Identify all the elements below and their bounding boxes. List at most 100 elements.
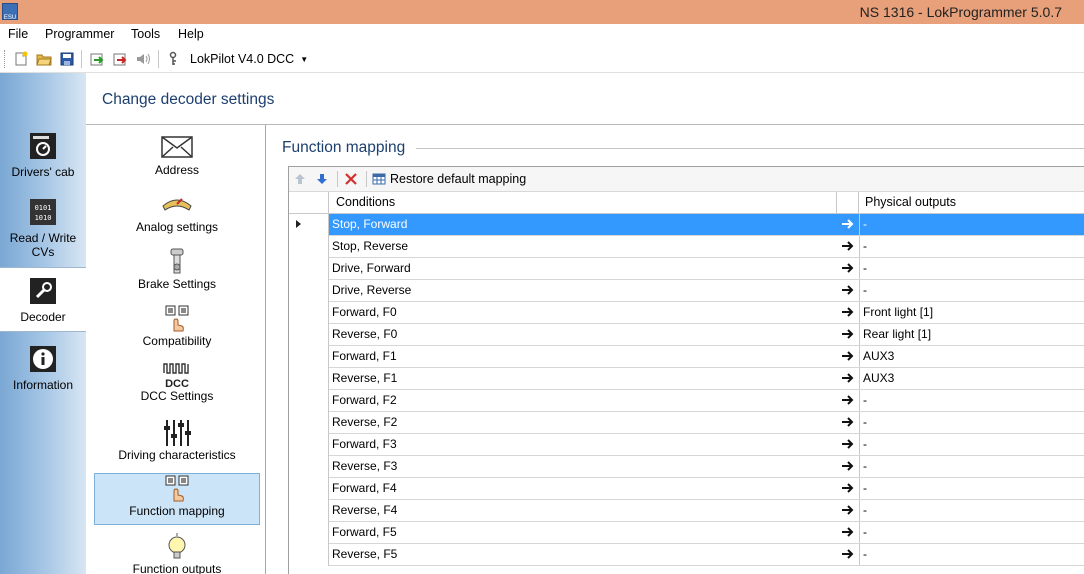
menu-file[interactable]: File xyxy=(8,27,28,41)
row-header[interactable] xyxy=(289,456,329,478)
nav-item-information[interactable]: Information xyxy=(0,344,86,392)
table-row[interactable]: Drive, Reverse - xyxy=(289,280,1084,302)
table-row[interactable]: Reverse, F3- xyxy=(289,456,1084,478)
physical-output-cell[interactable]: - xyxy=(859,434,1084,455)
row-header[interactable] xyxy=(289,478,329,500)
delete-icon[interactable] xyxy=(343,171,359,187)
row-header[interactable] xyxy=(289,214,329,236)
read-decoder-icon[interactable] xyxy=(88,50,106,68)
row-header[interactable] xyxy=(289,368,329,390)
condition-cell[interactable]: Forward, F5 xyxy=(329,522,859,543)
move-down-icon[interactable] xyxy=(314,171,330,187)
restore-default-mapping-button[interactable]: Restore default mapping xyxy=(390,172,526,186)
physical-output-cell[interactable]: - xyxy=(859,236,1084,257)
decoder-type-select[interactable]: LokPilot V4.0 DCC ▼ xyxy=(190,50,308,68)
menu-programmer[interactable]: Programmer xyxy=(45,27,114,41)
table-row[interactable]: Forward, F1 AUX3 xyxy=(289,346,1084,368)
app-logo-icon[interactable]: ESU xyxy=(2,3,18,20)
condition-cell[interactable]: Reverse, F0 xyxy=(329,324,859,345)
physical-output-cell[interactable]: - xyxy=(859,390,1084,411)
table-row[interactable]: Forward, F3- xyxy=(289,434,1084,456)
subnav-label: Analog settings xyxy=(135,220,219,234)
condition-cell[interactable]: Reverse, F3 xyxy=(329,456,859,477)
move-up-icon[interactable] xyxy=(292,171,308,187)
row-header[interactable] xyxy=(289,302,329,324)
row-header[interactable] xyxy=(289,500,329,522)
table-row[interactable]: Forward, F4- xyxy=(289,478,1084,500)
save-icon[interactable] xyxy=(58,50,76,68)
table-row[interactable]: Drive, Forward - xyxy=(289,258,1084,280)
physical-output-cell[interactable]: AUX3 xyxy=(859,368,1084,389)
condition-cell[interactable]: Reverse, F4 xyxy=(329,500,859,521)
physical-output-cell[interactable]: Front light [1] xyxy=(859,302,1084,323)
key-icon[interactable] xyxy=(164,50,182,68)
nav-item-read-write-cvs[interactable]: 0101 1010 Read / Write CVs xyxy=(0,197,86,259)
subnav-item-compatibility[interactable]: Compatibility xyxy=(94,304,260,356)
condition-cell[interactable]: Forward, F3 xyxy=(329,434,859,455)
physical-output-cell[interactable]: - xyxy=(859,280,1084,301)
open-folder-icon[interactable] xyxy=(35,50,53,68)
physical-output-cell[interactable]: - xyxy=(859,412,1084,433)
subnav-item-function-mapping[interactable]: Function mapping xyxy=(94,473,260,525)
subnav-item-dcc-settings[interactable]: DCC DCC Settings xyxy=(94,361,260,413)
arrow-right-icon xyxy=(842,483,854,493)
row-header[interactable] xyxy=(289,434,329,456)
subnav-item-address[interactable]: Address xyxy=(94,133,260,185)
table-row[interactable]: Stop, Reverse - xyxy=(289,236,1084,258)
toolbar-grip[interactable] xyxy=(4,50,7,68)
table-row[interactable]: Reverse, F0 Rear light [1] xyxy=(289,324,1084,346)
physical-output-cell[interactable]: - xyxy=(859,456,1084,477)
condition-cell[interactable]: Drive, Forward xyxy=(329,258,859,279)
physical-output-cell[interactable]: - xyxy=(859,258,1084,279)
physical-output-cell[interactable]: - xyxy=(859,214,1084,235)
column-header-conditions[interactable]: Conditions xyxy=(329,192,837,214)
subnav-item-function-outputs[interactable]: Function outputs xyxy=(94,532,260,574)
subnav-item-analog-settings[interactable]: Analog settings xyxy=(94,190,260,242)
physical-output-cell[interactable]: - xyxy=(859,500,1084,521)
table-row[interactable]: Reverse, F1 AUX3 xyxy=(289,368,1084,390)
table-row[interactable]: Forward, F2- xyxy=(289,390,1084,412)
table-row[interactable]: Reverse, F2- xyxy=(289,412,1084,434)
table-row[interactable]: Stop, Forward - xyxy=(289,214,1084,236)
table-icon[interactable] xyxy=(371,171,387,187)
row-header[interactable] xyxy=(289,390,329,412)
subnav-item-driving-characteristics[interactable]: Driving characteristics xyxy=(94,418,260,470)
physical-output-cell[interactable]: - xyxy=(859,544,1084,565)
row-header[interactable] xyxy=(289,346,329,368)
condition-cell[interactable]: Reverse, F5 xyxy=(329,544,859,565)
arrow-right-icon xyxy=(842,285,854,295)
table-row[interactable]: Reverse, F4- xyxy=(289,500,1084,522)
nav-item-decoder[interactable]: Decoder xyxy=(0,267,86,332)
condition-cell[interactable]: Forward, F1 xyxy=(329,346,859,367)
physical-output-cell[interactable]: AUX3 xyxy=(859,346,1084,367)
condition-cell[interactable]: Drive, Reverse xyxy=(329,280,859,301)
condition-cell[interactable]: Stop, Reverse xyxy=(329,236,859,257)
menu-tools[interactable]: Tools xyxy=(131,27,160,41)
condition-cell[interactable]: Reverse, F1 xyxy=(329,368,859,389)
physical-output-cell[interactable]: - xyxy=(859,478,1084,499)
condition-cell[interactable]: Forward, F2 xyxy=(329,390,859,411)
row-header[interactable] xyxy=(289,258,329,280)
sound-icon[interactable] xyxy=(134,50,152,68)
condition-cell[interactable]: Stop, Forward xyxy=(329,214,859,235)
column-header-physical-outputs[interactable]: Physical outputs xyxy=(859,192,1084,214)
row-header[interactable] xyxy=(289,412,329,434)
write-decoder-icon[interactable] xyxy=(111,50,129,68)
condition-cell[interactable]: Reverse, F2 xyxy=(329,412,859,433)
menu-help[interactable]: Help xyxy=(178,27,204,41)
table-row[interactable]: Forward, F5- xyxy=(289,522,1084,544)
row-header[interactable] xyxy=(289,522,329,544)
table-row[interactable]: Reverse, F5- xyxy=(289,544,1084,566)
physical-output-cell[interactable]: Rear light [1] xyxy=(859,324,1084,345)
row-header[interactable] xyxy=(289,544,329,566)
row-header[interactable] xyxy=(289,280,329,302)
new-file-icon[interactable] xyxy=(12,50,30,68)
subnav-item-brake-settings[interactable]: Brake Settings xyxy=(94,247,260,299)
row-header[interactable] xyxy=(289,324,329,346)
table-row[interactable]: Forward, F0 Front light [1] xyxy=(289,302,1084,324)
row-header[interactable] xyxy=(289,236,329,258)
condition-cell[interactable]: Forward, F4 xyxy=(329,478,859,499)
physical-output-cell[interactable]: - xyxy=(859,522,1084,543)
nav-item-drivers-cab[interactable]: Drivers' cab xyxy=(0,131,86,179)
condition-cell[interactable]: Forward, F0 xyxy=(329,302,859,323)
